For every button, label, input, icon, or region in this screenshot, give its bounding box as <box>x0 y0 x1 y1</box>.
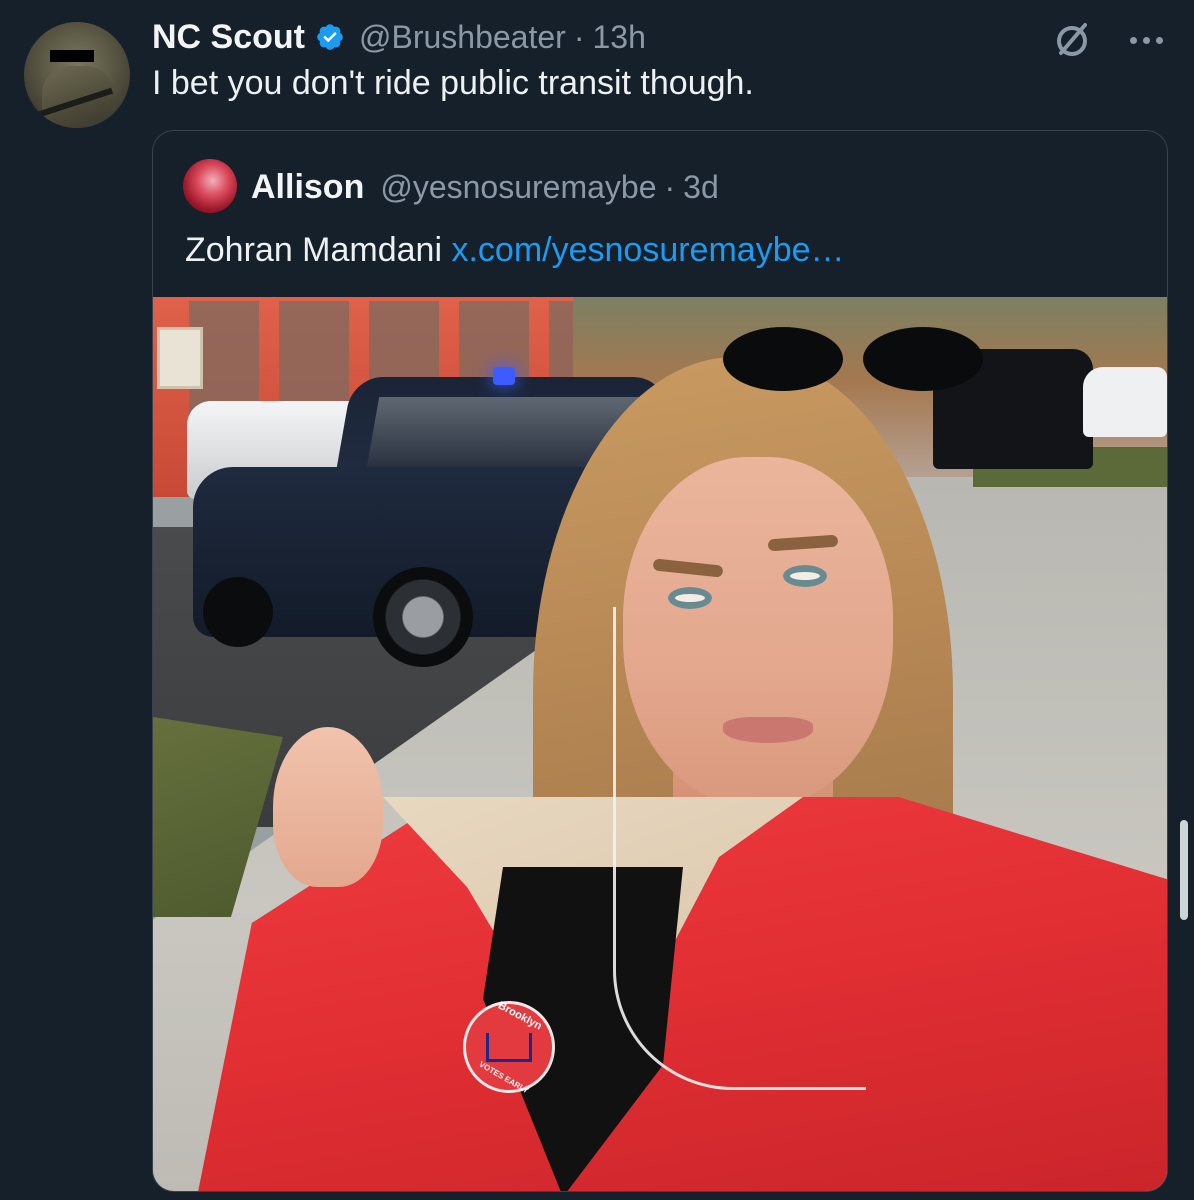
suv-police-light <box>493 367 515 385</box>
photo-sunglasses <box>723 327 993 397</box>
quoted-tweet-header: Allison @yesnosuremaybe · 3d <box>251 163 719 211</box>
badge-ballot-icon <box>486 1032 532 1062</box>
more-dot <box>1155 36 1163 44</box>
quoted-tweet-text: Zohran Mamdani x.com/yesnosuremaybe… <box>185 231 845 270</box>
grok-icon[interactable] <box>1050 18 1094 62</box>
more-dot <box>1129 36 1137 44</box>
tweet-timestamp[interactable]: 13h <box>592 19 645 56</box>
quoted-tweet-link[interactable]: x.com/yesnosuremaybe… <box>451 231 844 269</box>
tweet[interactable]: NC Scout @Brushbeater · 13h I bet you do… <box>0 0 1194 1200</box>
tweet-text: I bet you don't ride public transit thou… <box>152 64 754 102</box>
photo-earphone-cord <box>613 607 866 1090</box>
photo-person-eye <box>668 587 712 609</box>
photo-white-car <box>1083 367 1167 437</box>
quoted-author-display-name[interactable]: Allison <box>251 168 364 207</box>
more-options-icon[interactable] <box>1124 18 1168 62</box>
photo-person-hand <box>273 727 383 887</box>
separator-dot: · <box>664 168 676 205</box>
avatar-redaction-bar <box>50 50 94 62</box>
suv-wheel <box>373 567 473 667</box>
more-dot <box>1142 36 1150 44</box>
tweet-header: NC Scout @Brushbeater · 13h <box>152 14 646 60</box>
separator-dot: · <box>573 18 585 55</box>
scrollbar-thumb[interactable] <box>1180 820 1188 920</box>
quoted-author-avatar[interactable] <box>183 159 237 213</box>
verified-badge-icon[interactable] <box>315 22 345 52</box>
suv-wheel <box>203 577 273 647</box>
author-handle[interactable]: @Brushbeater <box>359 19 566 56</box>
quoted-author-handle[interactable]: @yesnosuremaybe <box>380 169 656 206</box>
photo-person-eye <box>783 565 827 587</box>
avatar-figure <box>42 66 114 128</box>
quoted-text-body: Zohran Mamdani <box>185 231 443 269</box>
tweet-photo[interactable]: Brooklyn VOTES EARLY <box>153 297 1167 1191</box>
quoted-tweet[interactable]: Allison @yesnosuremaybe · 3d Zohran Mamd… <box>152 130 1168 1192</box>
author-avatar[interactable] <box>24 22 130 128</box>
sunglasses-lens <box>863 327 983 391</box>
quoted-tweet-timestamp[interactable]: 3d <box>683 169 719 206</box>
sunglasses-lens <box>723 327 843 391</box>
author-display-name[interactable]: NC Scout <box>152 18 305 57</box>
photo-voting-badge: Brooklyn VOTES EARLY <box>463 1000 555 1095</box>
